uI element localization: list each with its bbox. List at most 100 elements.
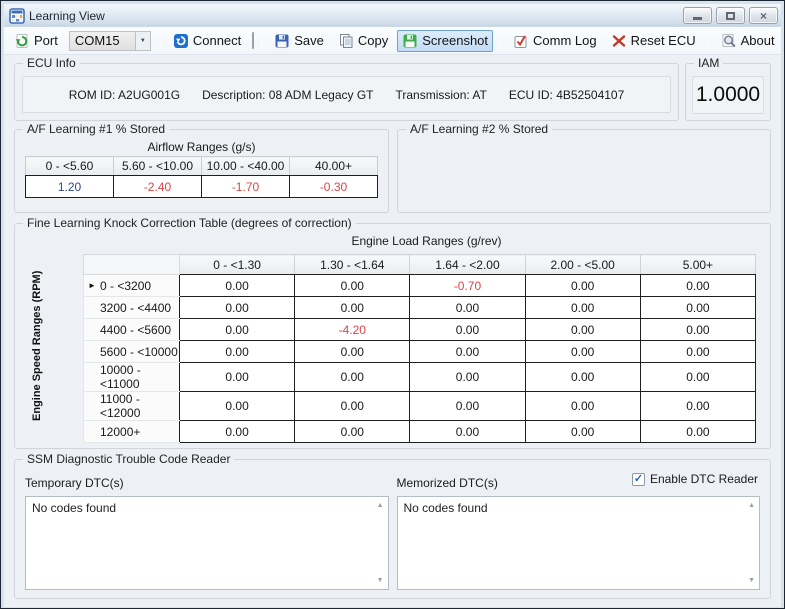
- app-grid-icon: [9, 8, 25, 24]
- knock-cell[interactable]: 0.00: [295, 421, 410, 443]
- copy-label: Copy: [358, 33, 388, 48]
- knock-cell[interactable]: 0.00: [410, 319, 525, 341]
- knock-cell[interactable]: 0.00: [410, 392, 525, 421]
- knock-cell[interactable]: 0.00: [640, 392, 755, 421]
- memorized-dtc-textarea[interactable]: No codes found ▲ ▼: [397, 496, 761, 590]
- toolbar: Port COM15 ▼ Connect Save: [4, 27, 781, 55]
- knock-col-header: 1.30 - <1.64: [295, 255, 410, 275]
- enable-dtc-reader-checkbox[interactable]: ✓ Enable DTC Reader: [632, 472, 758, 486]
- save-floppy-icon: [274, 33, 290, 49]
- knock-cell[interactable]: 0.00: [410, 297, 525, 319]
- port-select-value[interactable]: COM15: [69, 31, 135, 51]
- knock-cell[interactable]: 0.00: [180, 275, 295, 297]
- table-row[interactable]: 5600 - <10000 0.00 0.00 0.00 0.00 0.00: [84, 341, 756, 363]
- window-title: Learning View: [29, 9, 105, 23]
- port-select[interactable]: COM15 ▼: [69, 31, 151, 51]
- knock-cell[interactable]: -4.20: [295, 319, 410, 341]
- knock-cell[interactable]: 0.00: [525, 319, 640, 341]
- knock-row-header: 12000+: [100, 425, 140, 439]
- knock-cell[interactable]: 0.00: [180, 421, 295, 443]
- knock-cell[interactable]: 0.00: [525, 341, 640, 363]
- memorized-dtc-text: No codes found: [404, 501, 488, 515]
- knock-cell[interactable]: 0.00: [525, 297, 640, 319]
- table-row[interactable]: ►0 - <3200 0.00 0.00 -0.70 0.00 0.00: [84, 275, 756, 297]
- af-learning-2-group: A/F Learning #2 % Stored: [397, 129, 771, 213]
- knock-cell[interactable]: 0.00: [180, 341, 295, 363]
- knock-cell[interactable]: 0.00: [180, 319, 295, 341]
- scroll-down-icon[interactable]: ▼: [377, 577, 384, 584]
- knock-cell[interactable]: 0.00: [525, 421, 640, 443]
- knock-cell[interactable]: 0.00: [640, 363, 755, 392]
- close-button[interactable]: ×: [749, 7, 778, 24]
- connect-progress-bar: [252, 32, 254, 49]
- scroll-up-icon[interactable]: ▲: [377, 502, 384, 509]
- knock-cell[interactable]: -0.70: [410, 275, 525, 297]
- chevron-down-icon[interactable]: ▼: [135, 31, 151, 51]
- transmission: Transmission: AT: [396, 88, 487, 102]
- about-button[interactable]: About: [716, 30, 780, 52]
- knock-col-header: 1.64 - <2.00: [410, 255, 525, 275]
- engine-speed-axis-label: Engine Speed Ranges (RPM): [27, 258, 47, 434]
- save-label: Save: [294, 33, 324, 48]
- knock-cell[interactable]: 0.00: [295, 341, 410, 363]
- comm-log-checkbox-icon: [513, 33, 529, 49]
- table-row[interactable]: 4400 - <5600 0.00 -4.20 0.00 0.00 0.00: [84, 319, 756, 341]
- selected-row-marker-icon: ►: [84, 281, 100, 290]
- knock-cell[interactable]: 0.00: [640, 421, 755, 443]
- reset-x-icon: [611, 33, 627, 49]
- comm-log-button[interactable]: Comm Log: [508, 30, 602, 52]
- maximize-button[interactable]: [716, 7, 745, 24]
- save-button[interactable]: Save: [269, 30, 329, 52]
- connect-label: Connect: [193, 33, 241, 48]
- temporary-dtc-textarea[interactable]: No codes found ▲ ▼: [25, 496, 389, 590]
- reset-ecu-button[interactable]: Reset ECU: [606, 30, 701, 52]
- screenshot-button[interactable]: Screenshot: [397, 30, 493, 52]
- knock-cell[interactable]: 0.00: [410, 363, 525, 392]
- connect-button[interactable]: Connect: [168, 30, 246, 52]
- ecu-id: ECU ID: 4B52504107: [509, 88, 624, 102]
- about-magnifier-icon: [721, 33, 737, 49]
- knock-row-header: 10000 - <11000: [100, 363, 179, 391]
- title-bar[interactable]: Learning View ×: [4, 4, 781, 27]
- scroll-down-icon[interactable]: ▼: [748, 577, 755, 584]
- iam-value: 1.0000: [692, 76, 764, 114]
- knock-cell[interactable]: 0.00: [180, 363, 295, 392]
- knock-cell[interactable]: 0.00: [525, 275, 640, 297]
- toolbar-separator: [160, 31, 161, 51]
- content-area: ECU Info ROM ID: A2UG001G Description: 0…: [4, 55, 781, 607]
- knock-cell[interactable]: 0.00: [295, 297, 410, 319]
- minimize-button[interactable]: [683, 7, 712, 24]
- af-learning-2-title: A/F Learning #2 % Stored: [406, 122, 552, 136]
- knock-cell[interactable]: 0.00: [640, 297, 755, 319]
- table-row[interactable]: 12000+ 0.00 0.00 0.00 0.00 0.00: [84, 421, 756, 443]
- knock-cell[interactable]: 0.00: [640, 341, 755, 363]
- copy-button[interactable]: Copy: [333, 30, 393, 52]
- af1-col-header: 5.60 - <10.00: [114, 157, 202, 176]
- checkbox-check-icon[interactable]: ✓: [632, 473, 645, 486]
- knock-row-header: 0 - <3200: [100, 279, 151, 293]
- knock-cell[interactable]: 0.00: [180, 392, 295, 421]
- ecu-description: Description: 08 ADM Legacy GT: [202, 88, 373, 102]
- af1-col-header: 40.00+: [290, 157, 378, 176]
- table-row[interactable]: 10000 - <11000 0.00 0.00 0.00 0.00 0.00: [84, 363, 756, 392]
- knock-cell[interactable]: 0.00: [525, 363, 640, 392]
- iam-title: IAM: [694, 56, 723, 70]
- scroll-up-icon[interactable]: ▲: [748, 502, 755, 509]
- knock-cell[interactable]: 0.00: [295, 275, 410, 297]
- knock-cell[interactable]: 0.00: [295, 392, 410, 421]
- port-refresh-button[interactable]: Port: [9, 30, 63, 52]
- table-row[interactable]: 11000 - <12000 0.00 0.00 0.00 0.00 0.00: [84, 392, 756, 421]
- table-row[interactable]: 3200 - <4400 0.00 0.00 0.00 0.00 0.00: [84, 297, 756, 319]
- knock-cell[interactable]: 0.00: [180, 297, 295, 319]
- knock-cell[interactable]: 0.00: [640, 275, 755, 297]
- ecu-info-panel: ROM ID: A2UG001G Description: 08 ADM Leg…: [22, 76, 671, 113]
- comm-log-label: Comm Log: [533, 33, 597, 48]
- knock-cell[interactable]: 0.00: [640, 319, 755, 341]
- knock-cell[interactable]: 0.00: [410, 421, 525, 443]
- maximize-icon: [726, 12, 735, 20]
- knock-cell[interactable]: 0.00: [410, 341, 525, 363]
- about-label: About: [741, 33, 775, 48]
- knock-cell[interactable]: 0.00: [295, 363, 410, 392]
- knock-cell[interactable]: 0.00: [525, 392, 640, 421]
- rom-id: ROM ID: A2UG001G: [69, 88, 180, 102]
